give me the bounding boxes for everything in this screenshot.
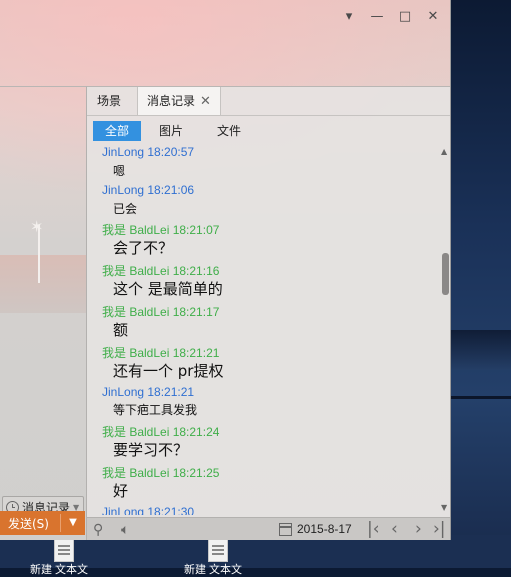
message-header: JinLong 18:21:21 — [102, 385, 195, 399]
last-page-icon[interactable]: ›| — [433, 519, 446, 539]
message-text: 这个 是最简单的 — [113, 280, 223, 298]
message-text: 已会 — [113, 202, 138, 216]
tab-bar: 场景 消息记录 ✕ — [87, 87, 450, 116]
message-header: 我是 BaldLei 18:21:21 — [102, 346, 220, 360]
scrollbar-thumb[interactable] — [442, 253, 449, 295]
send-options-dropdown[interactable]: ▼ — [59, 514, 85, 532]
tab-message-history-label: 消息记录 — [147, 94, 196, 108]
calendar-icon[interactable] — [279, 523, 292, 536]
history-date[interactable]: 2015-8-17 — [297, 522, 352, 536]
message-header: 我是 BaldLei 18:21:25 — [102, 466, 220, 480]
filter-files-button[interactable]: 文件 — [209, 121, 249, 141]
history-bottom-bar: ⚲ 🔈︎ 2015-8-17 |‹ ‹ › ›| — [87, 517, 450, 540]
message-header: 我是 BaldLei 18:21:17 — [102, 305, 220, 319]
minimize-icon[interactable]: — — [368, 8, 386, 26]
message-text: 等下疤工具发我 — [113, 403, 198, 417]
desktop-wallpaper-pier — [450, 330, 511, 370]
volume-icon[interactable]: 🔈︎ — [121, 522, 129, 538]
message-header: 我是 BaldLei 18:21:07 — [102, 223, 220, 237]
next-page-icon[interactable]: › — [415, 519, 422, 539]
scroll-down-icon[interactable]: ▼ — [441, 503, 447, 512]
desktop-file-label[interactable]: 新建 文本文 — [30, 561, 88, 577]
send-button-label: 发送(S) — [8, 516, 49, 531]
message-list[interactable]: JinLong 18:20:57 嗯 JinLong 18:21:06 已会我是 Ba… — [87, 145, 439, 515]
desktop-file-label[interactable]: 新建 文本文 — [184, 561, 242, 577]
message-text: 会了不？ — [113, 239, 174, 257]
message-history-panel: 场景 消息记录 ✕ 全部 图片 文件 JinLong 18:20:57 嗯 JinLo… — [86, 86, 450, 540]
background-horizon — [0, 255, 86, 313]
close-tab-icon[interactable]: ✕ — [200, 94, 211, 109]
message-text: 好 — [113, 482, 129, 500]
message-header: JinLong 18:21:30 — [102, 505, 195, 515]
filter-all-button[interactable]: 全部 — [93, 121, 141, 141]
desktop-file-icon[interactable] — [54, 538, 74, 562]
tab-scene[interactable]: 场景 — [97, 87, 121, 115]
scroll-up-icon[interactable]: ▲ — [441, 147, 447, 156]
filter-images-button[interactable]: 图片 — [151, 121, 191, 141]
message-header: 我是 BaldLei 18:21:24 — [102, 425, 220, 439]
maximize-icon[interactable]: □ — [396, 8, 414, 26]
message-text: 要学习不？ — [113, 441, 189, 459]
message-text: 还有一个 pr提权 — [113, 362, 224, 380]
message-scrollbar[interactable]: ▲ ▼ — [439, 145, 450, 515]
search-icon[interactable]: ⚲ — [93, 522, 103, 538]
desktop-file-icon[interactable] — [208, 538, 228, 562]
tab-scene-label: 场景 — [97, 94, 122, 108]
first-page-icon[interactable]: |‹ — [367, 519, 380, 539]
send-button[interactable]: 发送(S) ▼ — [0, 511, 85, 535]
message-header: 我是 BaldLei 18:21:16 — [102, 264, 220, 278]
message-text: 嗯 — [113, 164, 126, 178]
chat-input-area[interactable]: ✶ 消息记录 ▼ — [0, 86, 86, 518]
prev-page-icon[interactable]: ‹ — [391, 519, 398, 539]
message-header: JinLong 18:21:06 — [102, 183, 195, 197]
dropdown-menu-icon[interactable]: ▾ — [340, 8, 358, 26]
message-header: JinLong 18:20:57 — [102, 145, 195, 159]
message-text: 额 — [113, 321, 129, 339]
tab-message-history[interactable]: 消息记录 ✕ — [137, 87, 221, 115]
close-icon[interactable]: ✕ — [424, 8, 442, 26]
desktop-wallpaper-line — [450, 396, 511, 399]
chat-window: ▾ — □ ✕ ✶ 消息记录 ▼ 发送(S) ▼ 场景 消息记录 ✕ 全部 图片… — [0, 0, 451, 540]
window-controls: ▾ — □ ✕ — [340, 8, 442, 26]
wind-turbine-blades: ✶ — [30, 217, 44, 236]
